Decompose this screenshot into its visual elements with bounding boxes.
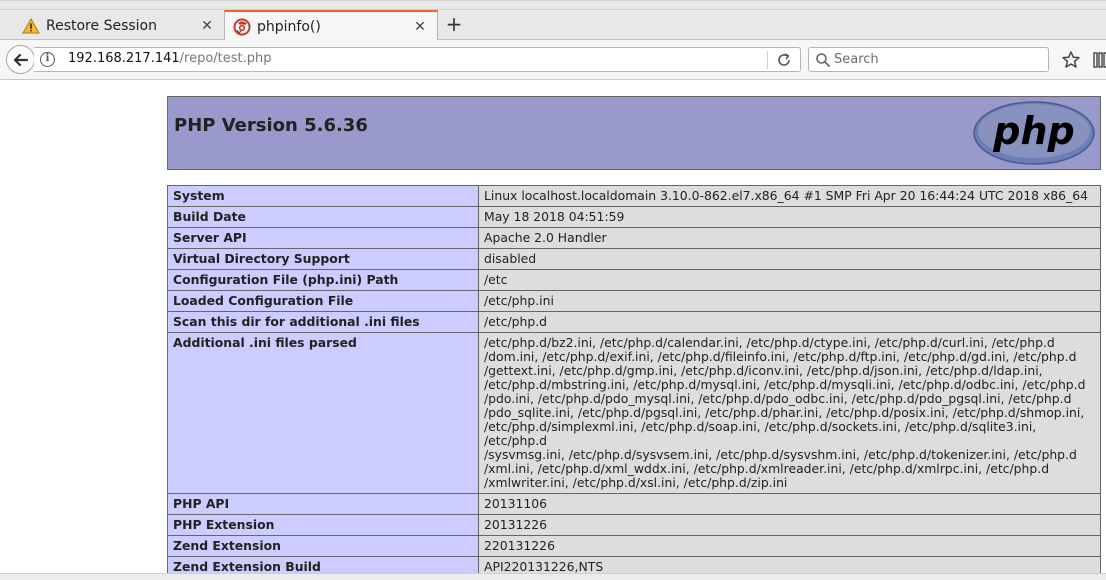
url-bar[interactable]: i 192.168.217.141/repo/test.php	[34, 47, 801, 72]
search-bar[interactable]	[808, 47, 1049, 72]
warning-icon	[22, 17, 40, 35]
row-key: Virtual Directory Support	[167, 248, 479, 270]
table-row: Build Date May 18 2018 04:51:59	[167, 206, 1101, 228]
row-value: 20131106	[478, 493, 1101, 515]
close-icon[interactable]: ✕	[409, 19, 431, 35]
tab-label: Restore Session	[46, 17, 157, 34]
table-row: Loaded Configuration File /etc/php.ini	[167, 290, 1101, 312]
table-row: Zend Extension Build API220131226,NTS	[167, 556, 1101, 573]
row-key: Build Date	[167, 206, 479, 228]
row-key: System	[167, 185, 479, 207]
row-value: /etc/php.ini	[478, 290, 1101, 312]
tab-phpinfo[interactable]: phpinfo() ✕	[224, 10, 438, 42]
bookmark-star-icon[interactable]	[1060, 49, 1082, 71]
row-key: Configuration File (php.ini) Path	[167, 269, 479, 291]
table-row: Additional .ini files parsed /etc/php.d/…	[167, 332, 1101, 494]
php-logo-text: php	[992, 109, 1074, 153]
row-value: disabled	[478, 248, 1101, 270]
page-title: PHP Version 5.6.36	[174, 115, 368, 136]
row-value: 20131226	[478, 514, 1101, 536]
table-row: Virtual Directory Support disabled	[167, 248, 1101, 270]
row-key: Zend Extension Build	[167, 556, 479, 573]
table-row: PHP API 20131106	[167, 493, 1101, 515]
url-bar-divider	[767, 51, 768, 69]
url-text[interactable]: 192.168.217.141/repo/test.php	[68, 51, 272, 66]
window-bottom-edge	[0, 573, 1106, 580]
table-row: PHP Extension 20131226	[167, 514, 1101, 536]
browser-window: Restore Session ✕ phpinfo() ✕ + i 192.16…	[0, 0, 1106, 580]
page-content: PHP Version 5.6.36 php System Linux loca…	[0, 81, 1106, 573]
search-icon	[816, 53, 830, 67]
row-key: Server API	[167, 227, 479, 249]
firefox-icon	[233, 18, 251, 36]
php-logo[interactable]: php	[973, 101, 1095, 165]
row-value: /etc	[478, 269, 1101, 291]
table-row: Zend Extension 220131226	[167, 535, 1101, 557]
row-key: Additional .ini files parsed	[167, 332, 479, 494]
tab-strip: Restore Session ✕ phpinfo() ✕ +	[0, 0, 1106, 42]
close-icon[interactable]: ✕	[196, 18, 218, 34]
tab-restore-session[interactable]: Restore Session ✕	[0, 10, 224, 41]
table-row: Configuration File (php.ini) Path /etc	[167, 269, 1101, 291]
row-key: Zend Extension	[167, 535, 479, 557]
php-version-header: PHP Version 5.6.36 php	[167, 96, 1101, 170]
back-button[interactable]	[6, 45, 35, 74]
info-icon[interactable]: i	[40, 52, 55, 67]
url-host: 192.168.217.141	[68, 51, 180, 66]
search-input[interactable]	[834, 50, 1034, 69]
php-info-table: System Linux localhost.localdomain 3.10.…	[167, 185, 1101, 573]
new-tab-button[interactable]: +	[443, 13, 465, 37]
table-row: Server API Apache 2.0 Handler	[167, 227, 1101, 249]
back-arrow-icon	[13, 53, 28, 66]
row-value: 220131226	[478, 535, 1101, 557]
row-value: /etc/php.d/bz2.ini, /etc/php.d/calendar.…	[478, 332, 1101, 494]
row-value: Apache 2.0 Handler	[478, 227, 1101, 249]
table-row: System Linux localhost.localdomain 3.10.…	[167, 185, 1101, 207]
row-key: PHP Extension	[167, 514, 479, 536]
row-key: Loaded Configuration File	[167, 290, 479, 312]
library-icon[interactable]	[1093, 51, 1106, 69]
url-path: /repo/test.php	[179, 51, 272, 66]
tab-label: phpinfo()	[257, 19, 321, 35]
table-row: Scan this dir for additional .ini files …	[167, 311, 1101, 333]
row-value: API220131226,NTS	[478, 556, 1101, 573]
row-value: /etc/php.d	[478, 311, 1101, 333]
navigation-bar: i 192.168.217.141/repo/test.php	[0, 40, 1106, 80]
row-value: May 18 2018 04:51:59	[478, 206, 1101, 228]
row-value: Linux localhost.localdomain 3.10.0-862.e…	[478, 185, 1101, 207]
row-key: PHP API	[167, 493, 479, 515]
reload-icon[interactable]	[776, 52, 792, 68]
row-key: Scan this dir for additional .ini files	[167, 311, 479, 333]
